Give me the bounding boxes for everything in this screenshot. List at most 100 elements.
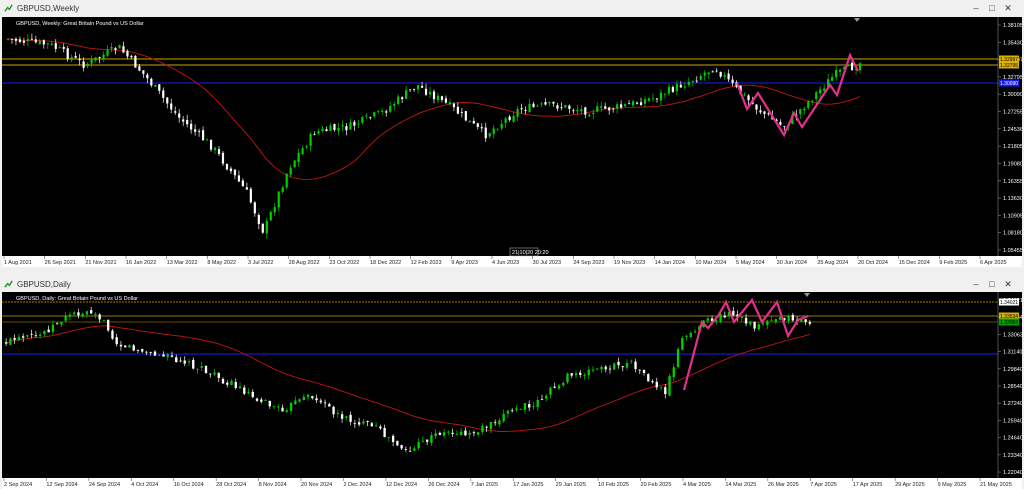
candle-body bbox=[587, 369, 590, 376]
candle-body bbox=[337, 127, 340, 131]
daily-price-tag-green-text: 1.33063 bbox=[1000, 320, 1018, 326]
candle-body bbox=[81, 313, 84, 316]
daily-window-title: GBPUSD,Daily bbox=[17, 279, 71, 289]
candle-body bbox=[102, 320, 106, 321]
daily-price-tag-top-text: 1.34021 bbox=[1000, 300, 1018, 306]
candle-body bbox=[455, 434, 459, 435]
price-tick-label: 1.28540 bbox=[1003, 384, 1022, 390]
candle-body bbox=[70, 56, 73, 61]
candle-body bbox=[145, 351, 148, 353]
candle-body bbox=[277, 406, 280, 408]
candle-body bbox=[115, 337, 118, 345]
candle-body bbox=[238, 386, 242, 389]
candle-body bbox=[811, 100, 814, 102]
candle-body bbox=[464, 111, 467, 121]
candle-body bbox=[557, 385, 561, 389]
maximize-icon[interactable]: □ bbox=[984, 2, 1000, 14]
candle-body bbox=[17, 336, 21, 341]
candle-body bbox=[492, 128, 495, 135]
candle-body bbox=[428, 91, 432, 95]
candle-body bbox=[209, 373, 212, 375]
candle-body bbox=[524, 110, 527, 112]
candle-body bbox=[353, 423, 357, 425]
candle-body bbox=[687, 81, 690, 86]
candle-body bbox=[373, 112, 376, 117]
date-tick-label: 26 Mar 2025 bbox=[768, 482, 799, 488]
candle-body bbox=[269, 211, 272, 221]
chart-window-icon bbox=[4, 280, 13, 288]
candle-body bbox=[757, 324, 761, 330]
candle-body bbox=[196, 368, 199, 370]
daily-titlebar[interactable]: GBPUSD,Daily bbox=[0, 276, 1024, 292]
candle-body bbox=[699, 75, 702, 80]
candle-body bbox=[47, 329, 50, 333]
weekly-titlebar[interactable]: GBPUSD,Weekly bbox=[0, 0, 1024, 16]
candle-body bbox=[22, 40, 26, 43]
candle-body bbox=[511, 410, 514, 412]
candle-body bbox=[251, 391, 254, 398]
price-tick-label: 1.13630 bbox=[1003, 196, 1022, 202]
price-tick-label: 1.24640 bbox=[1003, 436, 1022, 442]
candle-body bbox=[162, 354, 165, 357]
daily-chart-svg[interactable]: GBPUSD, Daily: Great Britain Pound vs US… bbox=[2, 292, 1022, 489]
candle-body bbox=[425, 439, 429, 442]
candle-body bbox=[416, 85, 420, 90]
candle-body bbox=[319, 400, 322, 403]
candle-body bbox=[502, 413, 505, 422]
candle-body bbox=[313, 134, 316, 136]
daily-chart-window[interactable]: GBPUSD,Daily – □ ✕ GBPUSD, Daily: Great … bbox=[0, 276, 1024, 489]
candle-body bbox=[272, 406, 276, 408]
candle-body bbox=[600, 366, 603, 370]
candle-body bbox=[638, 369, 641, 371]
candle-body bbox=[468, 432, 471, 435]
date-tick-label: 2 Sep 2024 bbox=[4, 482, 32, 488]
candle-body bbox=[209, 139, 213, 150]
candle-body bbox=[124, 345, 127, 348]
candle-body bbox=[532, 406, 535, 407]
candle-body bbox=[693, 331, 697, 333]
candle-body bbox=[362, 421, 365, 424]
candle-body bbox=[166, 354, 169, 358]
candle-body bbox=[38, 334, 42, 337]
candle-body bbox=[468, 120, 471, 123]
candle-body bbox=[747, 95, 750, 101]
close-icon[interactable]: ✕ bbox=[1000, 2, 1016, 14]
weekly-price-axis[interactable] bbox=[998, 17, 1022, 267]
candle-body bbox=[815, 92, 818, 100]
candle-body bbox=[691, 80, 694, 83]
candle-body bbox=[149, 352, 152, 353]
weekly-chart-window[interactable]: GBPUSD,Weekly – □ ✕ GBPUSD, Weekly: Grea… bbox=[0, 0, 1024, 268]
candle-body bbox=[596, 368, 599, 370]
candle-body bbox=[799, 109, 802, 115]
candle-body bbox=[496, 129, 499, 131]
close-icon[interactable]: ✕ bbox=[1000, 278, 1016, 290]
candle-body bbox=[719, 314, 722, 322]
candle-body bbox=[298, 399, 301, 402]
candle-body bbox=[18, 39, 22, 43]
candle-body bbox=[68, 314, 72, 317]
candle-body bbox=[489, 422, 493, 430]
date-tick-label: 21 Nov 2021 bbox=[85, 260, 116, 266]
candle-body bbox=[608, 107, 611, 111]
date-tick-label: 14 Mar 2025 bbox=[725, 482, 756, 488]
candle-body bbox=[260, 399, 263, 402]
candle-body bbox=[413, 448, 416, 451]
date-tick-label: 18 Dec 2022 bbox=[370, 260, 401, 266]
minimize-icon[interactable]: – bbox=[968, 2, 984, 14]
daily-chart-canvas[interactable]: GBPUSD, Daily: Great Britain Pound vs US… bbox=[2, 292, 1022, 489]
weekly-chart-svg[interactable]: GBPUSD, Weekly: Great Britain Pound vs U… bbox=[2, 17, 1022, 267]
candle-body bbox=[54, 43, 57, 49]
candle-body bbox=[74, 55, 77, 58]
candle-body bbox=[233, 169, 237, 176]
date-tick-label: 4 Mar 2025 bbox=[683, 482, 711, 488]
maximize-icon[interactable]: □ bbox=[984, 278, 1000, 290]
candle-body bbox=[132, 345, 135, 351]
date-tick-label: 10 Mar 2024 bbox=[695, 260, 726, 266]
crosshair-date-label: 21|10|20 20:20 bbox=[512, 250, 549, 256]
minimize-icon[interactable]: – bbox=[968, 278, 984, 290]
weekly-chart-canvas[interactable]: GBPUSD, Weekly: Great Britain Pound vs U… bbox=[2, 17, 1022, 267]
candle-body bbox=[58, 47, 61, 49]
candle-body bbox=[10, 38, 14, 40]
candle-body bbox=[642, 369, 646, 374]
candle-body bbox=[4, 342, 8, 344]
